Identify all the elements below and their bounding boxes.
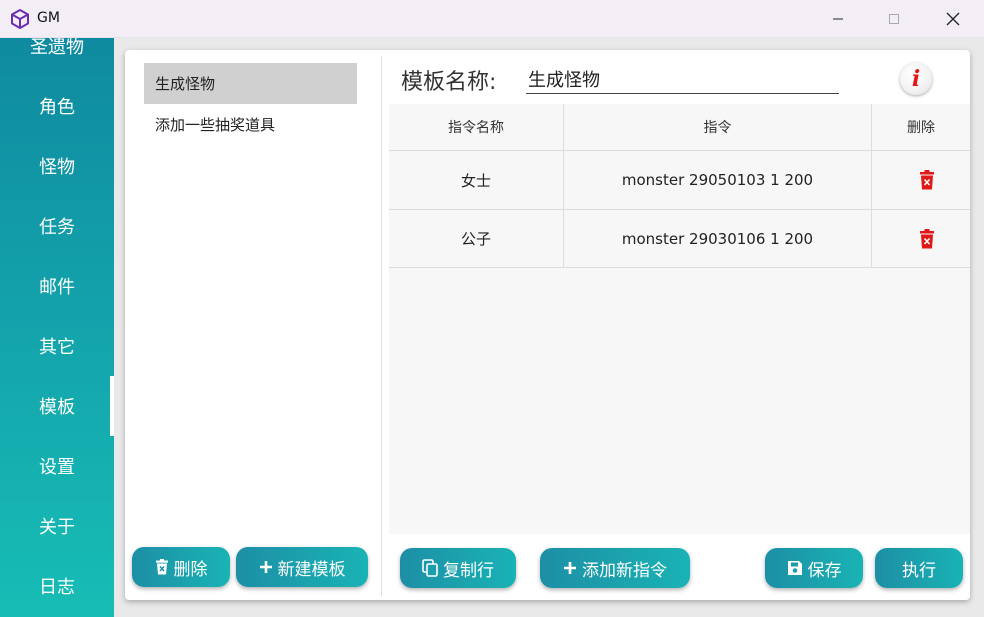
execute-button[interactable]: 执行	[875, 548, 963, 588]
copy-row-button[interactable]: 复制行	[400, 548, 516, 588]
sidebar-item-logs[interactable]: 日志	[0, 556, 114, 616]
command-table: 指令名称 指令 删除 女士 monster 29050103 1 200 公子	[389, 104, 970, 534]
delete-row-button[interactable]	[915, 227, 939, 251]
plus-icon	[564, 562, 576, 574]
sidebar-item-quests[interactable]: 任务	[0, 196, 114, 256]
maximize-button[interactable]	[866, 0, 922, 38]
delete-template-button[interactable]: 删除	[132, 547, 230, 587]
maximize-icon	[889, 14, 899, 24]
delete-row-icon	[920, 170, 934, 190]
sidebar-item-about[interactable]: 关于	[0, 496, 114, 556]
column-divider	[871, 104, 872, 267]
delete-row-icon	[920, 229, 934, 249]
minimize-icon	[833, 18, 843, 20]
table-cell-command[interactable]: monster 29050103 1 200	[564, 151, 871, 209]
delete-row-button[interactable]	[915, 168, 939, 192]
main-area: 生成怪物 添加一些抽奖道具 删除 新建模板 模板名称: i 指令名称 指令 删除	[114, 38, 984, 617]
add-command-label: 添加新指令	[582, 560, 667, 581]
panel-divider	[381, 56, 382, 596]
template-card: 生成怪物 添加一些抽奖道具 删除 新建模板 模板名称: i 指令名称 指令 删除	[125, 50, 970, 600]
info-icon: i	[911, 66, 921, 92]
window-title: GM	[37, 10, 60, 26]
sidebar-item-monsters[interactable]: 怪物	[0, 136, 114, 196]
save-label: 保存	[807, 560, 842, 581]
new-template-button[interactable]: 新建模板	[236, 547, 368, 587]
trash-icon	[155, 559, 168, 575]
table-cell-command[interactable]: monster 29030106 1 200	[564, 210, 871, 267]
column-header-command[interactable]: 指令	[564, 104, 871, 150]
template-name-input[interactable]	[526, 64, 839, 94]
sidebar-item-relics[interactable]: 圣遗物	[0, 38, 114, 76]
delete-template-label: 删除	[173, 559, 208, 580]
column-header-command-name[interactable]: 指令名称	[389, 104, 563, 150]
title-bar: GM	[0, 0, 984, 38]
app-cube-icon	[9, 8, 31, 30]
close-icon	[946, 12, 960, 26]
execute-label: 执行	[902, 560, 936, 581]
close-button[interactable]	[925, 0, 981, 38]
save-button[interactable]: 保存	[765, 548, 863, 588]
template-list-item[interactable]: 生成怪物	[144, 63, 357, 104]
new-template-label: 新建模板	[277, 559, 346, 580]
table-cell-name[interactable]: 公子	[389, 210, 563, 267]
template-list-item[interactable]: 添加一些抽奖道具	[144, 104, 357, 145]
column-header-delete[interactable]: 删除	[872, 104, 970, 150]
sidebar-item-settings[interactable]: 设置	[0, 436, 114, 496]
sidebar-item-characters[interactable]: 角色	[0, 76, 114, 136]
save-icon	[787, 561, 802, 575]
copy-row-label: 复制行	[443, 560, 494, 581]
sidebar-item-mail[interactable]: 邮件	[0, 256, 114, 316]
table-cell-name[interactable]: 女士	[389, 151, 563, 209]
plus-icon	[259, 561, 272, 573]
row-divider	[389, 267, 970, 268]
copy-icon	[422, 559, 438, 577]
sidebar-item-templates[interactable]: 模板	[0, 376, 114, 436]
sidebar-nav: 圣遗物 角色 怪物 任务 邮件 其它 模板 设置 关于 日志	[0, 38, 114, 617]
info-button[interactable]: i	[900, 63, 932, 95]
add-command-button[interactable]: 添加新指令	[540, 548, 690, 588]
template-name-label: 模板名称:	[401, 70, 497, 95]
sidebar-item-other[interactable]: 其它	[0, 316, 114, 376]
minimize-button[interactable]	[810, 0, 866, 38]
